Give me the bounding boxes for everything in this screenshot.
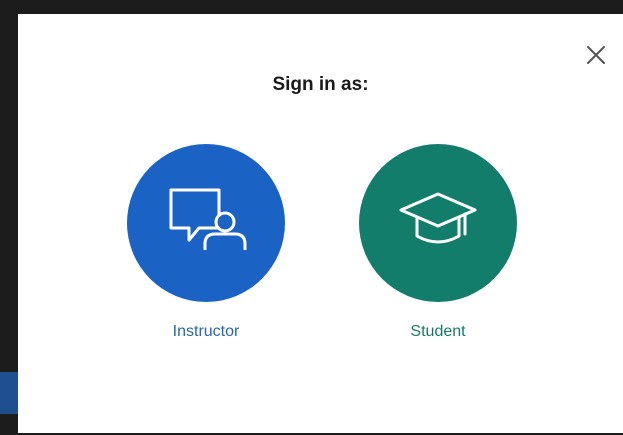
graduation-cap-icon [399,192,477,244]
dialog-title: Sign in as: [272,74,369,95]
instructor-option[interactable]: Instructor [126,144,286,341]
student-option[interactable]: Student [358,144,518,341]
close-button[interactable] [585,44,607,66]
presenter-chat-icon [169,188,247,250]
instructor-label: Instructor [172,323,240,340]
sign-in-dialog: Sign in as: Instructor Student [18,14,623,433]
instructor-circle-button[interactable] [127,144,285,302]
close-icon [587,46,605,64]
student-label: Student [410,323,466,340]
student-circle-button[interactable] [359,144,517,302]
backdrop-accent [0,372,18,414]
